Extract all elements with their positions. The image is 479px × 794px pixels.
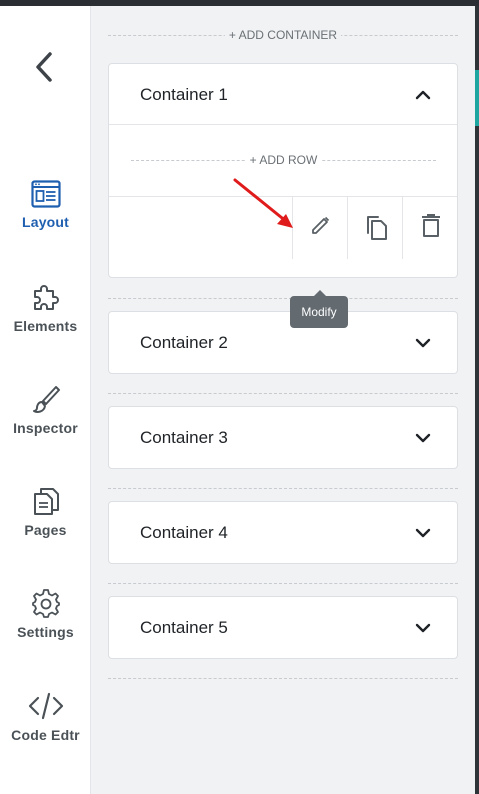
sidebar: Layout Elements Inspector Pages Settings xyxy=(0,6,91,794)
delete-button[interactable] xyxy=(402,197,457,259)
sidebar-item-label: Pages xyxy=(24,522,67,538)
puzzle-icon xyxy=(33,285,59,310)
container-header[interactable]: Container 2 xyxy=(109,312,457,373)
back-button[interactable] xyxy=(30,48,60,86)
pencil-icon xyxy=(312,216,330,234)
brush-icon xyxy=(32,386,60,413)
annotation-arrow-icon xyxy=(233,178,293,228)
container-header[interactable]: Container 1 xyxy=(109,64,457,125)
container-title: Container 5 xyxy=(140,618,228,637)
gear-icon xyxy=(31,589,60,618)
sidebar-item-inspector[interactable]: Inspector xyxy=(0,384,91,436)
canvas-edge xyxy=(475,6,479,794)
container-header[interactable]: Container 5 xyxy=(109,597,457,658)
divider xyxy=(108,298,458,299)
sidebar-item-pages[interactable]: Pages xyxy=(0,486,91,538)
sidebar-item-layout[interactable]: Layout xyxy=(0,180,91,230)
pages-icon xyxy=(33,488,59,515)
container-card[interactable]: Container 3 xyxy=(108,406,458,469)
add-row-bar: + ADD ROW xyxy=(131,153,436,169)
sidebar-item-label: Code Edtr xyxy=(11,727,80,743)
layout-icon xyxy=(30,180,61,208)
sidebar-item-label: Settings xyxy=(17,624,74,640)
container-card[interactable]: Container 4 xyxy=(108,501,458,564)
add-container-bar: + ADD CONTAINER xyxy=(108,28,458,44)
sidebar-item-label: Layout xyxy=(21,214,70,230)
chevron-up-icon[interactable] xyxy=(415,87,431,103)
chevron-down-icon[interactable] xyxy=(415,525,431,541)
trash-icon xyxy=(422,214,440,237)
modify-tooltip: Modify xyxy=(290,290,348,328)
container-title: Container 1 xyxy=(140,85,228,104)
container-header[interactable]: Container 4 xyxy=(109,502,457,563)
divider xyxy=(108,678,458,679)
divider xyxy=(108,393,458,394)
container-title: Container 2 xyxy=(140,333,228,352)
divider xyxy=(108,583,458,584)
container-title: Container 4 xyxy=(140,523,228,542)
chevron-left-icon xyxy=(36,52,52,82)
divider xyxy=(108,488,458,489)
layout-panel: + ADD CONTAINER Container 1 + ADD ROW Co… xyxy=(91,6,475,794)
sidebar-item-label: Elements xyxy=(13,318,78,334)
container-card: Container 1 + ADD ROW xyxy=(108,63,458,278)
copy-icon xyxy=(367,216,387,240)
add-row-button[interactable]: + ADD ROW xyxy=(245,153,322,167)
container-card[interactable]: Container 2 xyxy=(108,311,458,374)
chevron-down-icon[interactable] xyxy=(415,430,431,446)
sidebar-item-settings[interactable]: Settings xyxy=(0,588,91,640)
chevron-down-icon[interactable] xyxy=(415,335,431,351)
sidebar-item-elements[interactable]: Elements xyxy=(0,282,91,334)
duplicate-button[interactable] xyxy=(347,197,402,259)
sidebar-item-label: Inspector xyxy=(13,420,78,436)
container-header[interactable]: Container 3 xyxy=(109,407,457,468)
chevron-down-icon[interactable] xyxy=(415,620,431,636)
add-container-button[interactable]: + ADD CONTAINER xyxy=(224,28,342,42)
code-icon xyxy=(28,692,63,720)
container-title: Container 3 xyxy=(140,428,228,447)
container-card[interactable]: Container 5 xyxy=(108,596,458,659)
sidebar-item-code-editor[interactable]: Code Edtr xyxy=(0,691,91,743)
